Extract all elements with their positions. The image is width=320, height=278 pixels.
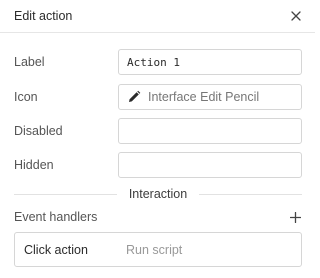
- add-event-handler-button[interactable]: [288, 210, 302, 224]
- event-handler-action: Run script: [126, 242, 183, 257]
- icon-field-label: Icon: [14, 90, 38, 104]
- icon-picker-value: Interface Edit Pencil: [148, 90, 260, 104]
- event-handler-item[interactable]: Click action Run script: [14, 232, 302, 267]
- interaction-section-divider: Interaction: [14, 186, 302, 202]
- interaction-section-title: Interaction: [128, 187, 188, 201]
- label-row: Label Action 1: [14, 49, 302, 75]
- label-input-value: Action 1: [127, 55, 180, 69]
- panel-title: Edit action: [14, 9, 73, 23]
- icon-picker[interactable]: Interface Edit Pencil: [118, 84, 302, 110]
- close-icon: [291, 11, 301, 21]
- hidden-row: Hidden: [14, 152, 302, 178]
- disabled-input[interactable]: [118, 118, 302, 144]
- label-input[interactable]: Action 1: [118, 49, 302, 75]
- event-handlers-label: Event handlers: [14, 210, 98, 224]
- hidden-input[interactable]: [118, 152, 302, 178]
- icon-row: Icon Interface Edit Pencil: [14, 84, 302, 110]
- panel-body: Label Action 1 Icon Interface Edit Penci…: [0, 33, 315, 267]
- event-handler-event: Click action: [24, 242, 88, 257]
- hidden-field-label: Hidden: [14, 158, 54, 172]
- edit-action-panel: Edit action Label Action 1 Icon Interfac…: [0, 0, 315, 278]
- close-button[interactable]: [289, 9, 303, 23]
- panel-header: Edit action: [0, 0, 315, 33]
- event-handlers-header: Event handlers: [14, 208, 302, 226]
- disabled-field-label: Disabled: [14, 124, 63, 138]
- disabled-row: Disabled: [14, 118, 302, 144]
- plus-icon: [289, 211, 301, 223]
- divider-line-right: [199, 193, 302, 195]
- pencil-icon: [129, 90, 141, 102]
- divider-line-left: [14, 193, 117, 195]
- label-field-label: Label: [14, 55, 45, 69]
